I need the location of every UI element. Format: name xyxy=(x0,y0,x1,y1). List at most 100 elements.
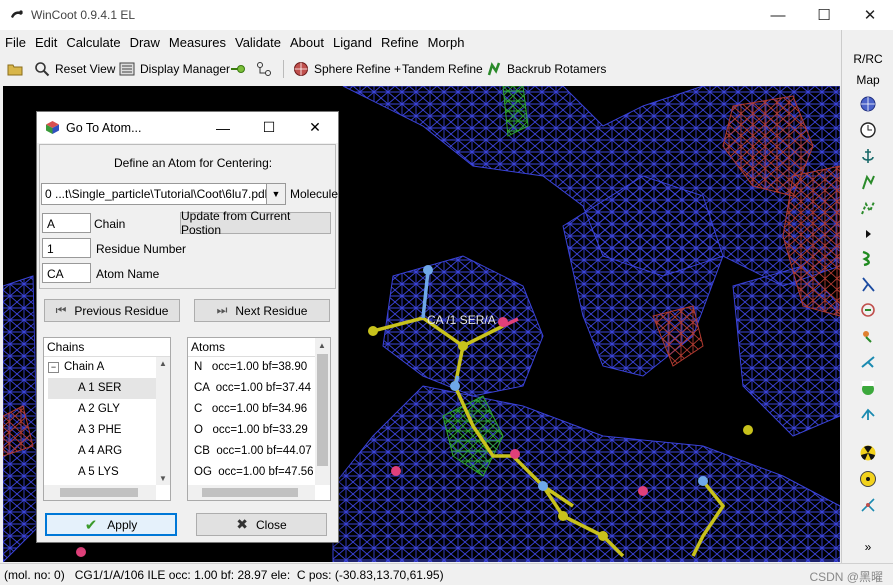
atom-tree-icon xyxy=(257,62,271,76)
lambda-icon[interactable] xyxy=(859,275,877,293)
anchor-icon[interactable] xyxy=(859,147,877,165)
flip-icon[interactable] xyxy=(859,199,877,217)
dialog-minimize-button[interactable]: — xyxy=(200,112,246,143)
dialog-titlebar: Go To Atom... — ☐ ✕ xyxy=(37,112,338,143)
rotamer-icon[interactable] xyxy=(859,173,877,191)
magnifier-icon xyxy=(35,62,50,77)
residue-number-input[interactable]: 1 xyxy=(42,238,91,258)
next-residue-button[interactable]: ⏭ Next Residue xyxy=(194,299,330,322)
sphere-refine-button[interactable]: Sphere Refine + xyxy=(293,59,401,79)
menu-refine[interactable]: Refine xyxy=(376,31,423,53)
close-label: Close xyxy=(256,517,287,532)
chain-label: Chain xyxy=(94,217,126,231)
atom-name-input[interactable]: CA xyxy=(42,263,91,283)
network-icon[interactable] xyxy=(859,496,877,514)
key-tool-button[interactable] xyxy=(230,59,251,79)
menu-measures[interactable]: Measures xyxy=(164,31,230,53)
menu-file[interactable]: File xyxy=(0,31,30,53)
chains-vertical-scrollbar[interactable]: ▲ ▼ xyxy=(156,357,170,485)
simple-mutate-icon[interactable] xyxy=(859,327,877,345)
coot-app-icon xyxy=(11,10,23,18)
atom-row[interactable]: C occ=1.00 bf=34.96 xyxy=(194,399,307,420)
dialog-close-button[interactable]: ✕ xyxy=(292,112,338,143)
apply-label: Apply xyxy=(107,517,138,532)
menu-edit[interactable]: Edit xyxy=(30,31,61,53)
atom-row[interactable]: OG occ=1.00 bf=47.56 xyxy=(194,462,314,483)
display-manager-button[interactable]: Display Manager xyxy=(119,59,230,79)
atoms-vertical-scrollbar[interactable]: ▲ xyxy=(315,338,330,485)
menu-morph[interactable]: Morph xyxy=(423,31,469,53)
map-button[interactable]: Map xyxy=(842,73,893,87)
dialog-title: Go To Atom... xyxy=(66,121,142,135)
chains-header: Chains xyxy=(44,338,170,357)
close-window-button[interactable]: ✕ xyxy=(847,0,893,30)
residue-green-icon[interactable] xyxy=(859,249,877,267)
minimize-button[interactable]: — xyxy=(755,0,801,30)
scroll-up-icon[interactable]: ▲ xyxy=(318,341,326,350)
key-icon xyxy=(231,65,245,73)
chain-residue-row[interactable]: A 1 SER xyxy=(48,378,166,399)
mutate-icon[interactable] xyxy=(859,301,877,319)
chevron-down-icon[interactable]: ▼ xyxy=(266,184,285,204)
menu-calculate[interactable]: Calculate xyxy=(61,31,124,53)
chain-residue-row[interactable]: A 4 ARG xyxy=(78,441,122,462)
atom-name-label: Atom Name xyxy=(96,267,160,281)
globe-icon[interactable] xyxy=(859,95,877,113)
chain-residue-row[interactable]: A 3 PHE xyxy=(78,420,121,441)
tandem-refine-button[interactable]: Tandem Refine xyxy=(402,59,483,79)
clock-icon[interactable] xyxy=(859,121,877,139)
scroll-down-icon[interactable]: ▼ xyxy=(159,474,167,483)
chain-input[interactable]: A xyxy=(42,213,91,233)
menu-validate[interactable]: Validate xyxy=(230,31,285,53)
atoms-list[interactable]: Atoms N occ=1.00 bf=38.90 CA occ=1.00 bf… xyxy=(187,337,331,501)
backrub-rotamers-button[interactable]: Backrub Rotamers xyxy=(486,59,606,79)
main-toolbar: Reset View Display Manager Sphere Refine… xyxy=(0,57,840,81)
chain-residue-row[interactable]: A 5 LYS xyxy=(78,462,119,483)
dialog-maximize-button[interactable]: ☐ xyxy=(246,112,292,143)
close-x-icon: ✖ xyxy=(236,516,249,532)
atoms-header: Atoms xyxy=(188,338,330,357)
atom-tree-button[interactable] xyxy=(256,59,277,79)
radiation-icon[interactable] xyxy=(859,444,877,462)
scroll-up-icon[interactable]: ▲ xyxy=(159,359,167,368)
update-from-current-position-button[interactable]: Update from Current Postion xyxy=(180,209,331,237)
side-chain-icon[interactable] xyxy=(859,379,877,397)
scroll-thumb[interactable] xyxy=(60,488,138,497)
rrc-button[interactable]: R/RC xyxy=(842,52,893,66)
atom-row[interactable]: CB occ=1.00 bf=44.07 xyxy=(194,441,312,462)
atom-row[interactable]: O occ=1.00 bf=33.29 xyxy=(194,420,308,441)
skip-back-icon: ⏮ xyxy=(55,303,67,317)
collapse-icon[interactable]: − xyxy=(48,362,59,373)
apply-button[interactable]: ✔ Apply xyxy=(45,513,177,536)
more-tools-button[interactable]: » xyxy=(842,540,893,554)
add-atom-icon[interactable] xyxy=(859,405,877,423)
expand-arrow-icon[interactable] xyxy=(859,225,877,243)
reset-view-button[interactable]: Reset View xyxy=(34,59,115,79)
molecule-combo[interactable]: 0 ...t\Single_particle\Tutorial\Coot\6lu… xyxy=(41,183,286,205)
scroll-thumb[interactable] xyxy=(202,488,298,497)
atoms-horizontal-scrollbar[interactable] xyxy=(188,485,315,500)
go-to-atom-dialog: Go To Atom... — ☐ ✕ Define an Atom for C… xyxy=(36,111,339,543)
hazard-icon[interactable] xyxy=(859,470,877,488)
menu-draw[interactable]: Draw xyxy=(125,31,164,53)
folder-icon xyxy=(7,64,23,76)
backrub-icon xyxy=(487,62,501,76)
previous-residue-button[interactable]: ⏮ Previous Residue xyxy=(44,299,180,322)
chains-tree[interactable]: Chains − Chain A A 1 SER A 2 GLY A 3 PHE … xyxy=(43,337,171,501)
chains-horizontal-scrollbar[interactable] xyxy=(44,485,156,500)
atom-row[interactable]: N occ=1.00 bf=38.90 xyxy=(194,357,307,378)
close-button[interactable]: ✖ Close xyxy=(196,513,327,536)
status-bar: (mol. no: 0) CG1/1/A/106 ILE occ: 1.00 b… xyxy=(0,563,893,585)
coot-cube-icon xyxy=(46,121,59,134)
chain-residue-row[interactable]: A 2 GLY xyxy=(78,399,120,420)
atom-row[interactable]: CA occ=1.00 bf=37.44 xyxy=(194,378,311,399)
menu-about[interactable]: About xyxy=(285,31,328,53)
right-toolbar: R/RC Map » xyxy=(841,30,893,563)
add-terminal-icon[interactable] xyxy=(859,353,877,371)
menu-ligand[interactable]: Ligand xyxy=(328,31,376,53)
molecule-value: 0 ...t\Single_particle\Tutorial\Coot\6lu… xyxy=(45,187,272,201)
chain-group-row[interactable]: − Chain A xyxy=(48,357,104,378)
maximize-button[interactable]: ☐ xyxy=(801,0,847,30)
scroll-thumb[interactable] xyxy=(317,354,328,466)
open-folder-button[interactable] xyxy=(7,59,28,79)
